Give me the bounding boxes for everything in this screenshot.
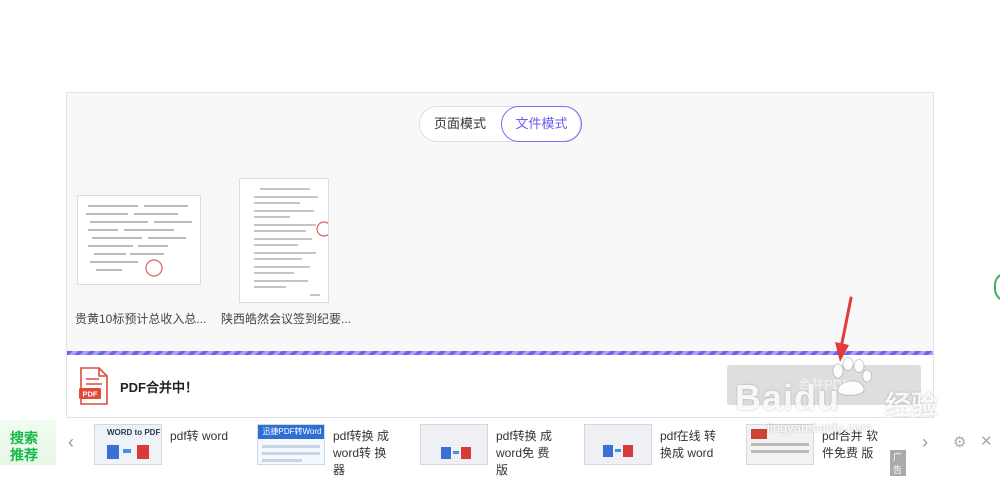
recommend-thumbnail bbox=[584, 424, 652, 465]
search-recommend-bar: 搜索 推荐 ‹ WORD to PDF pdf转 word 迅捷PDF转Word… bbox=[0, 420, 1000, 477]
recommend-thumbnail bbox=[420, 424, 488, 465]
merge-status-text: PDF合并中！ bbox=[120, 380, 199, 395]
pdf-file-icon: PDF bbox=[79, 367, 108, 405]
recommend-item-text: pdf转换 成word免 费版 bbox=[496, 429, 553, 477]
recommend-thumbnail bbox=[746, 424, 814, 465]
recommend-item[interactable]: pdf合并 软件免费 版 广告 bbox=[746, 422, 906, 476]
tab-page-mode[interactable]: 页面模式 bbox=[420, 106, 500, 142]
svg-text:PDF: PDF bbox=[83, 390, 98, 399]
recommend-item[interactable]: pdf在线 转换成 word bbox=[584, 422, 734, 465]
recommend-item[interactable]: 迅捷PDF转Word pdf转换 成word转 换器 bbox=[257, 422, 407, 477]
recommend-thumb-caption: 迅捷PDF转Word bbox=[258, 425, 324, 439]
prev-arrow-icon[interactable]: ‹ bbox=[68, 432, 74, 453]
file-name: 贵黄10标预计总收入总... bbox=[75, 312, 207, 326]
recommend-thumbnail: 迅捷PDF转Word bbox=[257, 424, 325, 465]
file-thumbnail bbox=[77, 195, 201, 285]
merge-panel: 页面模式 文件模式 贵黄10标预计总收入总... 陕西皓然会议签到纪要... P… bbox=[66, 92, 934, 418]
next-arrow-icon[interactable]: › bbox=[922, 432, 928, 453]
red-arrow-icon bbox=[835, 296, 853, 362]
file-card[interactable]: 陕西皓然会议签到纪要... bbox=[217, 177, 367, 337]
settings-gear-icon[interactable]: ⚙ bbox=[953, 433, 966, 451]
document-preview-icon bbox=[240, 179, 328, 302]
recommend-item-text: pdf在线 转换成 word bbox=[660, 429, 717, 460]
search-recommend-label: 搜索 推荐 bbox=[0, 420, 56, 465]
close-icon[interactable]: ✕ bbox=[980, 432, 993, 450]
merge-pdf-button[interactable]: 合并PDF bbox=[727, 365, 921, 405]
search-recommend-line2: 推荐 bbox=[10, 447, 38, 463]
merge-status-row: PDF PDF合并中！ 合并PDF bbox=[67, 355, 933, 417]
document-preview-icon bbox=[78, 196, 200, 284]
side-toggle-button[interactable] bbox=[994, 272, 1000, 302]
ad-badge: 广告 bbox=[890, 450, 906, 476]
recommend-item-text: pdf合并 软件免费 版 bbox=[822, 429, 879, 460]
file-card[interactable]: 贵黄10标预计总收入总... bbox=[75, 195, 217, 335]
file-name: 陕西皓然会议签到纪要... bbox=[221, 312, 352, 326]
file-thumbnail bbox=[239, 178, 329, 303]
recommend-item-text: pdf转 word bbox=[170, 429, 229, 443]
view-mode-switch: 页面模式 文件模式 bbox=[419, 106, 582, 142]
recommend-item[interactable]: WORD to PDF pdf转 word bbox=[94, 422, 244, 465]
recommend-thumb-caption: WORD to PDF bbox=[107, 428, 161, 437]
recommend-item-text: pdf转换 成word转 换器 bbox=[333, 429, 390, 477]
tab-file-mode[interactable]: 文件模式 bbox=[501, 106, 582, 142]
recommend-thumbnail: WORD to PDF bbox=[94, 424, 162, 465]
recommend-item[interactable]: pdf转换 成word免 费版 bbox=[420, 422, 570, 477]
